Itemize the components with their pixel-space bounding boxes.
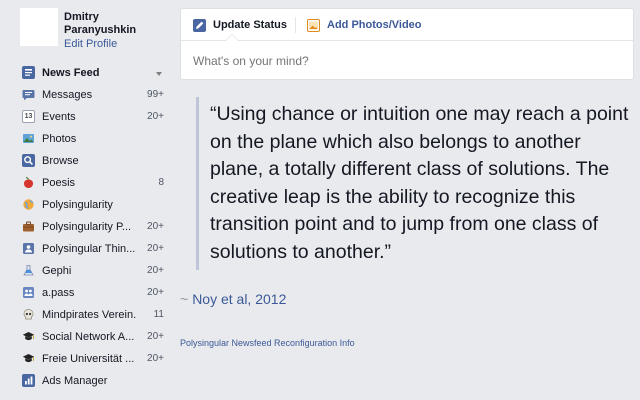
composer-tabs: Update Status Add Photos/Video (181, 9, 633, 41)
count-badge: 20+ (147, 221, 164, 232)
sidebar-item-label: Polysingularity P... (42, 221, 132, 233)
sidebar-item-label: Poesis (42, 177, 76, 189)
sidebar-item-freie-universitat[interactable]: Freie Universität ... 20+ (0, 348, 168, 370)
attribution-tilde: ~ (180, 291, 189, 307)
sidebar-item-social-network[interactable]: Social Network A... 20+ (0, 326, 168, 348)
sidebar-item-label: Freie Universität ... (42, 353, 135, 365)
active-tab-pointer (225, 34, 239, 41)
briefcase-icon (22, 220, 35, 233)
count-badge: 20+ (147, 243, 164, 254)
sidebar-item-label: Polysingularity (42, 199, 113, 211)
sidebar-item-label: Gephi (42, 265, 72, 277)
flask-icon (22, 264, 35, 277)
status-input[interactable] (193, 53, 613, 69)
avatar[interactable] (20, 8, 58, 46)
search-icon (22, 154, 35, 167)
attribution-link[interactable]: Noy et al, 2012 (192, 291, 286, 307)
sidebar-item-label: Ads Manager (42, 375, 108, 387)
count-badge: 8 (158, 177, 164, 188)
sidebar-item-polysingularity-p[interactable]: Polysingularity P... 20+ (0, 216, 168, 238)
sidebar-item-news-feed[interactable]: News Feed (0, 62, 168, 84)
photo-video-icon (307, 18, 320, 32)
calendar-icon-day: 13 (24, 113, 33, 120)
globe-icon (22, 198, 35, 211)
count-badge: 20+ (147, 265, 164, 276)
sidebar-item-ads-manager[interactable]: Ads Manager (0, 370, 168, 392)
tab-label: Add Photos/Video (327, 19, 422, 31)
sidebar-nav: News Feed Messages 99+ 13 Events 20+ Pho… (0, 62, 168, 392)
quote-text: “Using chance or intuition one may reach… (210, 103, 629, 263)
sidebar-item-label: Photos (42, 133, 77, 145)
tab-label: Update Status (213, 19, 287, 31)
sidebar-item-browse[interactable]: Browse (0, 150, 168, 172)
news-feed-icon (22, 66, 35, 79)
tab-add-photos-video[interactable]: Add Photos/Video (307, 17, 422, 33)
sidebar-item-poesis[interactable]: Poesis 8 (0, 172, 168, 194)
pencil-icon (193, 18, 206, 32)
sidebar-item-mindpirates[interactable]: Mindpirates Verein... 11 (0, 304, 168, 326)
sidebar-item-polysingular-thin[interactable]: Polysingular Thin... 20+ (0, 238, 168, 260)
photos-icon (22, 132, 35, 145)
graduation-cap-icon (22, 352, 35, 365)
quote-bar (196, 97, 199, 270)
count-badge: 11 (153, 309, 164, 320)
messages-icon (22, 88, 35, 101)
status-composer: Update Status Add Photos/Video (180, 8, 634, 80)
sidebar-item-gephi[interactable]: Gephi 20+ (0, 260, 168, 282)
sidebar-item-label: Social Network A... (42, 331, 135, 343)
sidebar-item-photos[interactable]: Photos (0, 128, 168, 150)
count-badge: 20+ (147, 111, 164, 122)
sidebar-item-label: Polysingular Thin... (42, 243, 136, 255)
group-icon (22, 242, 35, 255)
skull-icon (22, 308, 35, 321)
calendar-icon: 13 (22, 110, 35, 123)
count-badge: 20+ (147, 287, 164, 298)
chevron-down-icon[interactable] (156, 72, 162, 76)
sidebar-item-events[interactable]: 13 Events 20+ (0, 106, 168, 128)
sidebar-item-polysingularity[interactable]: Polysingularity (0, 194, 168, 216)
sidebar-item-label: Mindpirates Verein... (42, 309, 137, 321)
graduation-cap-icon (22, 330, 35, 343)
sidebar-item-label: a.pass (42, 287, 75, 299)
sidebar-item-label: Events (42, 111, 76, 123)
left-sidebar: Dmitry Paranyushkin Edit Profile News Fe… (0, 0, 168, 400)
tab-update-status[interactable]: Update Status (193, 17, 287, 33)
profile-block: Dmitry Paranyushkin Edit Profile (20, 8, 168, 56)
profile-name[interactable]: Dmitry Paranyushkin (64, 11, 164, 37)
tab-divider (295, 17, 296, 33)
count-badge: 20+ (147, 353, 164, 364)
sidebar-item-messages[interactable]: Messages 99+ (0, 84, 168, 106)
sidebar-item-a-pass[interactable]: a.pass 20+ (0, 282, 168, 304)
reconfiguration-info-link[interactable]: Polysingular Newsfeed Reconfiguration In… (180, 337, 355, 349)
bar-chart-icon (22, 374, 35, 387)
sidebar-item-label: News Feed (42, 67, 100, 79)
poesis-icon (22, 176, 35, 189)
count-badge: 99+ (147, 89, 164, 100)
count-badge: 20+ (147, 331, 164, 342)
people-icon (22, 286, 35, 299)
sidebar-item-label: Browse (42, 155, 79, 167)
quote-attribution: ~ Noy et al, 2012 (180, 290, 286, 308)
sidebar-item-label: Messages (42, 89, 93, 101)
edit-profile-link[interactable]: Edit Profile (64, 38, 117, 51)
